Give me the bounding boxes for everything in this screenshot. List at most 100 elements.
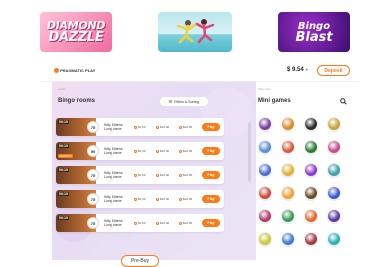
room-name: Kitty Kittens Long name (104, 219, 123, 227)
stat-jackpot: $10.00 (179, 173, 192, 177)
play-button[interactable]: Play (202, 171, 220, 179)
stat-jackpot: $10.00 (179, 221, 192, 225)
mini-game-tile[interactable] (327, 232, 341, 246)
mini-game-tile[interactable] (281, 140, 295, 154)
prize-icon (156, 173, 159, 177)
jackpot-badge: JACKPOT (58, 154, 73, 158)
mini-game-tile[interactable] (304, 209, 318, 223)
prize-icon (156, 149, 159, 153)
mini-game-tile[interactable] (327, 140, 341, 154)
bingo-blast-logo: Bingo Blast (295, 21, 333, 45)
top-bar: PRAGMATIC PLAY $ 9.54 ▾ Deposit (40, 60, 360, 82)
mini-game-tile[interactable] (327, 186, 341, 200)
play-button[interactable]: Play (202, 219, 220, 227)
chevron-down-icon: ▾ (305, 67, 308, 72)
room-name: Kitty Kittens Long name (104, 195, 123, 203)
stat-jackpot: $10.00 (179, 149, 192, 153)
mini-game-tile[interactable] (304, 140, 318, 154)
ticket-icon (134, 149, 137, 153)
stat-prize: $10.00 (156, 197, 169, 201)
mini-game-tile[interactable] (281, 163, 295, 177)
mini-game-tile[interactable] (258, 163, 272, 177)
stat-prize: $10.00 (156, 221, 169, 225)
play-button[interactable]: Play (202, 147, 220, 155)
search-icon[interactable] (340, 98, 347, 105)
mini-game-tile[interactable] (258, 232, 272, 246)
logo-icon (54, 68, 59, 73)
room-card[interactable]: 00:19 75 Kitty Kittens Long name $1.00 $10.0… (56, 166, 224, 184)
mini-game-tile[interactable] (281, 209, 295, 223)
stat-ticket: $1.00 (134, 173, 146, 177)
stat-prize: $10.00 (156, 173, 169, 177)
ticket-icon (134, 125, 137, 129)
section-title: Bingo rooms (58, 98, 95, 104)
filters-sorting-button[interactable]: ☰ Filters & Sorting (160, 97, 208, 106)
countdown-tag: 00:19 (58, 120, 69, 124)
stat-ticket: $1.00 (134, 149, 146, 153)
bingo-ball: 75 (87, 169, 99, 181)
stat-jackpot: $10.00 (179, 125, 192, 129)
mini-game-tile[interactable] (258, 140, 272, 154)
prize-icon (156, 125, 159, 129)
diamond-dazzle-logo: DIAMOND DAZZLE (46, 19, 106, 45)
ticket-icon (134, 197, 137, 201)
balance[interactable]: $ 9.54 ▾ (287, 67, 308, 73)
stat-ticket: $1.00 (134, 125, 146, 129)
jackpot-icon (179, 149, 182, 153)
bingo-rooms-panel: Lobby Bingo rooms ☰ Filters & Sorting 00… (52, 82, 256, 267)
mini-game-tile[interactable] (304, 163, 318, 177)
stat-jackpot: $10.00 (179, 197, 192, 201)
prize-icon (156, 221, 159, 225)
room-name: Kitty Kittens Long name (104, 171, 123, 179)
room-card[interactable]: 00:19 75 Kitty Kittens Long name $1.00 $10.0… (56, 214, 224, 232)
mini-games-panel: Play now Mini games (256, 82, 360, 260)
mini-games-title: Mini games (258, 98, 291, 104)
mini-game-tile[interactable] (304, 117, 318, 131)
room-name: Kitty Kittens Long name (104, 123, 123, 131)
mini-game-tile[interactable] (258, 186, 272, 200)
room-card[interactable]: 00:19 75 Kitty Kittens Long name $1.00 $10.0… (56, 190, 224, 208)
ticket-icon (134, 221, 137, 225)
stat-prize: $10.00 (156, 149, 169, 153)
room-card[interactable]: 00:19 JACKPOT 90 Kitty Kittens Long name $1.… (56, 142, 224, 160)
countdown-tag: 00:19 (58, 168, 69, 172)
mini-game-tile[interactable] (258, 117, 272, 131)
mini-game-tile[interactable] (281, 117, 295, 131)
mini-game-tile[interactable] (304, 232, 318, 246)
room-card[interactable]: 00:19 75 Kitty Kittens Long name $1.00 $10.0… (56, 118, 224, 136)
diamond-dazzle-promo[interactable]: DIAMOND DAZZLE (40, 12, 112, 52)
mini-game-tile[interactable] (304, 186, 318, 200)
mini-game-tile[interactable] (327, 163, 341, 177)
countdown-tag: 00:19 (58, 216, 69, 220)
pragmatic-play-logo[interactable]: PRAGMATIC PLAY (54, 68, 95, 73)
room-name: Kitty Kittens Long name (104, 147, 123, 155)
stat-prize: $10.00 (156, 125, 169, 129)
mini-game-tile[interactable] (281, 232, 295, 246)
ticket-icon (134, 173, 137, 177)
bingo-app-window: PRAGMATIC PLAY $ 9.54 ▾ Deposit Lobby Bin… (40, 60, 360, 267)
deposit-button[interactable]: Deposit (317, 65, 350, 76)
mini-game-tile[interactable] (281, 186, 295, 200)
breadcrumb[interactable]: Lobby (58, 87, 66, 91)
countdown-tag: 00:19 (58, 144, 69, 148)
bingo-ball: 75 (87, 217, 99, 229)
scrollbar[interactable] (248, 122, 251, 182)
splash-promo[interactable] (158, 12, 232, 52)
filter-icon: ☰ (168, 99, 173, 104)
countdown-tag: 00:19 (58, 192, 69, 196)
mini-game-tile[interactable] (327, 209, 341, 223)
side-breadcrumb: Play now (258, 87, 271, 91)
prebuy-button[interactable]: Pre-Buy (121, 255, 159, 267)
stat-ticket: $1.00 (134, 197, 146, 201)
jumping-people-image (176, 19, 215, 44)
play-button[interactable]: Play (202, 123, 220, 131)
prize-icon (156, 197, 159, 201)
bingo-ball: 75 (87, 193, 99, 205)
jackpot-icon (179, 125, 182, 129)
mini-game-tile[interactable] (327, 117, 341, 131)
jackpot-icon (179, 197, 182, 201)
mini-game-tile[interactable] (258, 209, 272, 223)
jackpot-icon (179, 221, 182, 225)
bingo-blast-promo[interactable]: Bingo Blast (278, 12, 350, 52)
play-button[interactable]: Play (202, 195, 220, 203)
